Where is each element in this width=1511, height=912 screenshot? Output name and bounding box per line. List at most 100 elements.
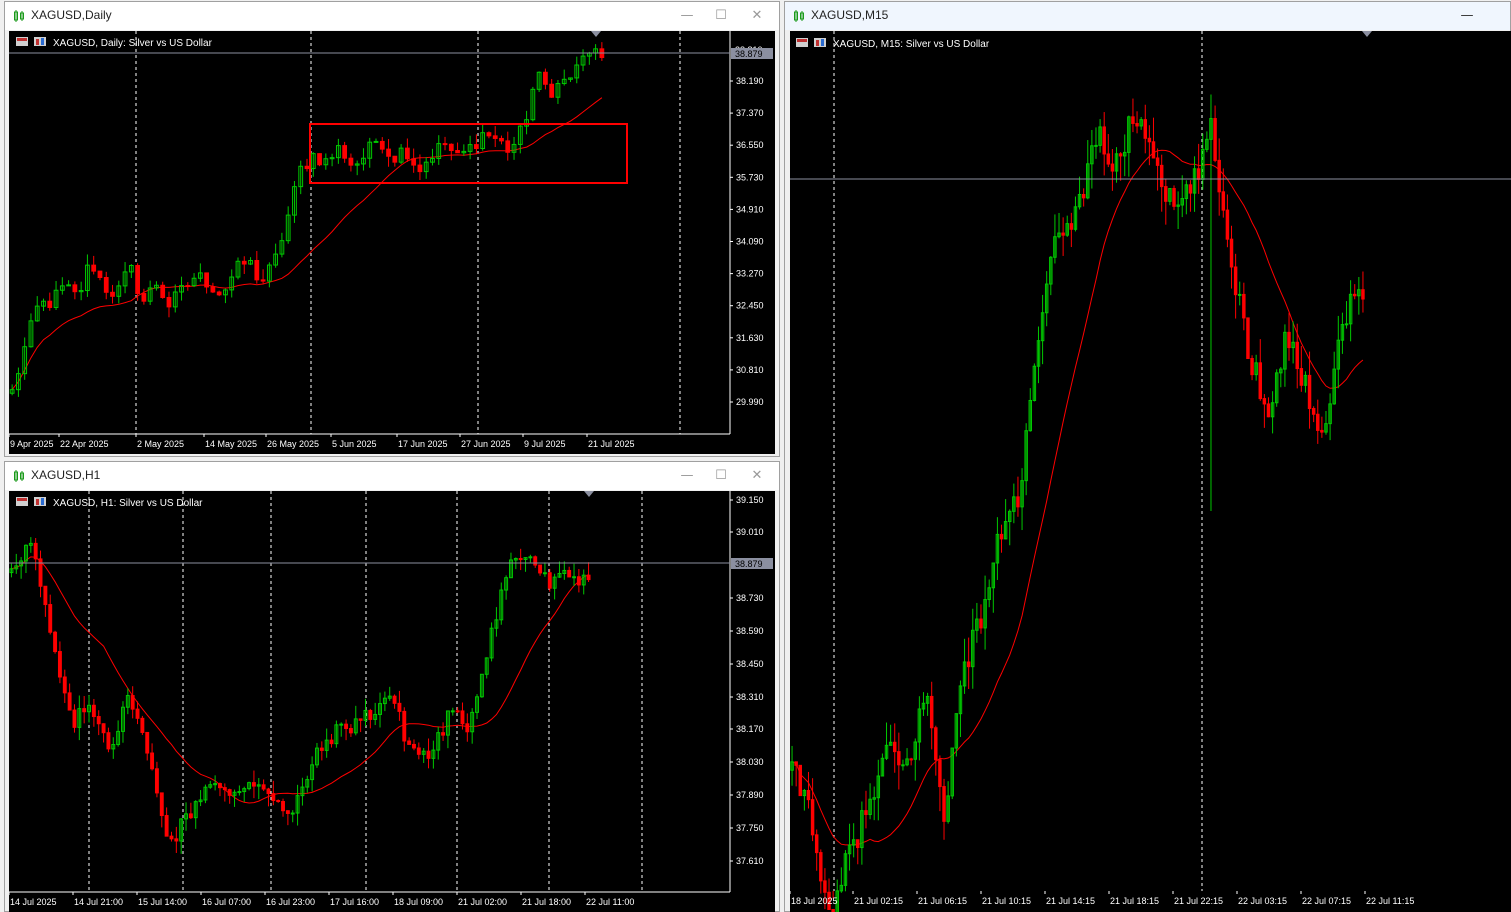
price-tick-label: 38.450	[736, 659, 764, 669]
candle-body	[135, 708, 140, 719]
chart-label: XAGUSD, H1: Silver vs US Dollar	[53, 498, 203, 509]
minimize-button[interactable]: —	[1455, 6, 1479, 26]
candle-body	[1225, 209, 1230, 240]
daily-chart-window[interactable]: XAGUSD,Daily — ☐ ✕ XAGUSD, Daily: Silver…	[4, 1, 780, 457]
maximize-button[interactable]: ☐	[709, 6, 733, 26]
candle-body	[141, 293, 147, 302]
shift-marker[interactable]	[1362, 31, 1372, 37]
candle-body	[91, 704, 96, 718]
time-tick-label: 17 Jul 16:00	[330, 897, 379, 907]
minimize-button[interactable]: —	[675, 466, 699, 486]
m15-chart-svg: XAGUSD, M15: Silver vs US Dollar 18 Jul …	[790, 31, 1511, 912]
m15-chart-window[interactable]: XAGUSD,M15 — XAGUSD, M15: Silver vs US D…	[784, 1, 1511, 912]
time-tick-label: 21 Jul 02:15	[854, 896, 903, 906]
maximize-button[interactable]: ☐	[709, 466, 733, 486]
h1-chart-area[interactable]: XAGUSD, H1: Silver vs US Dollar 38.879 3…	[9, 491, 775, 912]
candle-body	[342, 145, 348, 159]
close-button[interactable]: ✕	[745, 466, 769, 486]
candle-body	[450, 710, 455, 713]
candle-body	[91, 264, 97, 272]
time-tick-label: 9 Jul 2025	[524, 439, 566, 449]
candle-body	[929, 695, 934, 729]
time-tick-label: 16 Jul 23:00	[266, 897, 315, 907]
shift-marker[interactable]	[591, 31, 601, 37]
candle-body	[344, 723, 349, 730]
daily-titlebar[interactable]: XAGUSD,Daily — ☐ ✕	[5, 2, 779, 30]
chart-symbol-icon	[16, 37, 46, 46]
price-axis-labels: 38.190 37.370 36.550 35.730 34.910 34.090 33.2…	[730, 76, 764, 407]
candle-body	[218, 783, 222, 789]
candle-body	[448, 143, 454, 152]
time-tick-label: 27 Jun 2025	[461, 439, 511, 449]
m15-titlebar[interactable]: XAGUSD,M15 —	[785, 2, 1510, 30]
candle-body	[417, 164, 423, 173]
time-tick-label: 18 Jul 2025	[791, 896, 838, 906]
candle-body	[938, 759, 942, 788]
time-tick-label: 21 Jul 06:15	[918, 896, 967, 906]
minimize-button[interactable]: —	[675, 6, 699, 26]
shift-marker[interactable]	[584, 491, 594, 497]
candle-body	[1131, 116, 1135, 124]
candle-body	[348, 728, 353, 734]
m15-chart-area[interactable]: XAGUSD, M15: Silver vs US Dollar 18 Jul …	[790, 31, 1511, 912]
candle-body	[1135, 122, 1139, 127]
candle-body	[426, 750, 431, 759]
candle-body	[358, 718, 363, 721]
daily-chart-svg: XAGUSD, Daily: Silver vs US Dollar 38.81…	[9, 31, 773, 449]
chart-label: XAGUSD, Daily: Silver vs US Dollar	[53, 38, 213, 49]
candle-body	[901, 764, 905, 767]
candle-body	[57, 651, 62, 678]
candle-body	[72, 284, 78, 293]
period-separators	[833, 31, 1203, 891]
candle-body	[237, 791, 242, 794]
candle-body	[159, 792, 164, 817]
h1-chart-window[interactable]: XAGUSD,H1 — ☐ ✕ XAGUSD, H1: Silver vs US…	[4, 461, 780, 912]
candle-body	[1287, 331, 1291, 349]
close-button[interactable]: ✕	[745, 6, 769, 26]
candle-body	[72, 709, 77, 728]
candle-body	[819, 852, 823, 882]
chart-symbol-icon	[16, 497, 46, 506]
candle-body	[101, 723, 106, 734]
candle-body	[455, 710, 460, 713]
candle-body	[1299, 368, 1304, 386]
price-tick-label: 33.270	[736, 269, 764, 279]
candle-body	[241, 260, 247, 265]
h1-titlebar[interactable]: XAGUSD,H1 — ☐ ✕	[5, 462, 779, 490]
daily-chart-area[interactable]: XAGUSD, Daily: Silver vs US Dollar 38.81…	[9, 31, 775, 454]
candle-body	[499, 137, 504, 142]
candle-body	[33, 542, 38, 560]
moving-average	[11, 97, 603, 391]
candle-body	[210, 286, 216, 293]
candle-body	[1238, 293, 1242, 296]
ma-line	[11, 97, 603, 391]
time-tick-label: 14 Jul 2025	[10, 897, 57, 907]
time-tick-label: 22 Jul 07:15	[1302, 896, 1351, 906]
candle-body	[216, 291, 222, 296]
candle-body	[567, 569, 572, 578]
candle-body	[538, 564, 543, 574]
candle-body	[1164, 186, 1168, 202]
time-tick-label: 5 Jun 2025	[332, 439, 377, 449]
time-tick-label: 21 Jul 18:15	[1110, 896, 1159, 906]
candle-body	[260, 279, 266, 282]
candle-body	[1172, 188, 1176, 207]
candle-body	[474, 144, 479, 150]
time-tick-label: 21 Jul 10:15	[982, 896, 1031, 906]
candle-body	[1258, 362, 1262, 400]
candle-body	[1196, 168, 1201, 180]
candle-body	[281, 800, 285, 812]
candle-body	[794, 761, 798, 766]
candle-body	[1118, 153, 1123, 157]
candle-body	[266, 788, 271, 795]
candle-body	[1266, 403, 1271, 418]
window-title: XAGUSD,Daily	[31, 8, 112, 22]
price-tag: 38.879	[735, 49, 763, 59]
candle-body	[261, 784, 266, 790]
candle-body	[1242, 293, 1246, 319]
time-tick-label: 14 May 2025	[205, 439, 257, 449]
candle-body	[251, 782, 256, 787]
candle-body	[823, 880, 827, 893]
candle-body	[549, 83, 555, 98]
candle-body	[317, 153, 322, 166]
